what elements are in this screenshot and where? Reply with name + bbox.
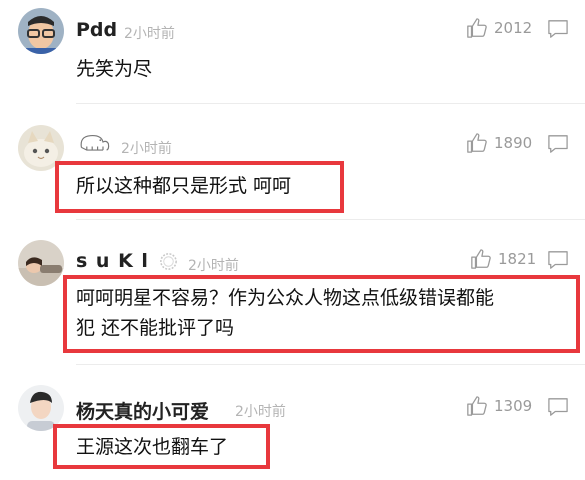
like-button[interactable]: 1309	[466, 395, 532, 417]
divider	[76, 103, 585, 104]
thumbs-up-icon	[471, 249, 491, 269]
elephant-logo-icon	[76, 131, 112, 157]
comment-bubble-icon	[548, 398, 568, 416]
username[interactable]: s u K l	[76, 250, 149, 272]
thumbs-up-icon	[467, 18, 487, 38]
comment-bubble-icon	[548, 251, 568, 269]
avatar[interactable]	[18, 240, 64, 286]
comment-item: s u K l 2小时前 1821 呵呵明星不容易？作为公众人物这点低级错误都能…	[0, 220, 585, 365]
comment-text-line: 呵呵明星不容易？作为公众人物这点低级错误都能	[76, 287, 495, 309]
timestamp: 2小时前	[235, 404, 286, 420]
comment-item: 杨天真的小可爱 2小时前 1309 王源这次也翻车了	[0, 365, 585, 480]
like-button[interactable]: 2012	[466, 17, 532, 39]
comment-bubble-icon	[548, 20, 568, 38]
reply-button[interactable]	[547, 397, 569, 421]
thumbs-up-icon	[467, 396, 487, 416]
comment-item: 2小时前 1890 所以这种都只是形式 呵呵	[0, 105, 585, 220]
like-count: 1309	[494, 397, 533, 415]
like-count: 1821	[498, 250, 537, 268]
comment-text-line: 犯 还不能批评了吗	[76, 317, 235, 339]
like-count: 1890	[494, 134, 533, 152]
comment-bubble-icon	[548, 135, 568, 153]
reply-button[interactable]	[547, 134, 569, 158]
like-count: 2012	[494, 19, 533, 37]
like-button[interactable]: 1890	[466, 132, 532, 154]
comment-text: 先笑为尽	[76, 58, 153, 80]
reply-button[interactable]	[547, 19, 569, 43]
timestamp: 2小时前	[188, 258, 239, 274]
thumbs-up-icon	[467, 133, 487, 153]
timestamp: 2小时前	[124, 26, 175, 42]
comment-item: Pdd 2小时前 2012 先笑为尽	[0, 0, 585, 105]
reply-button[interactable]	[547, 250, 569, 274]
comment-text: 呵呵明星不容易？作为公众人物这点低级错误都能 犯 还不能批评了吗	[76, 283, 566, 343]
lace-badge-icon	[158, 251, 179, 276]
comment-text: 王源这次也翻车了	[76, 436, 229, 458]
comment-text: 所以这种都只是形式 呵呵	[76, 175, 292, 197]
like-button[interactable]: 1821	[470, 248, 536, 270]
avatar[interactable]	[18, 8, 64, 54]
username[interactable]: Pdd	[76, 19, 117, 41]
timestamp: 2小时前	[121, 141, 172, 157]
username[interactable]: 杨天真的小可爱	[76, 397, 209, 424]
